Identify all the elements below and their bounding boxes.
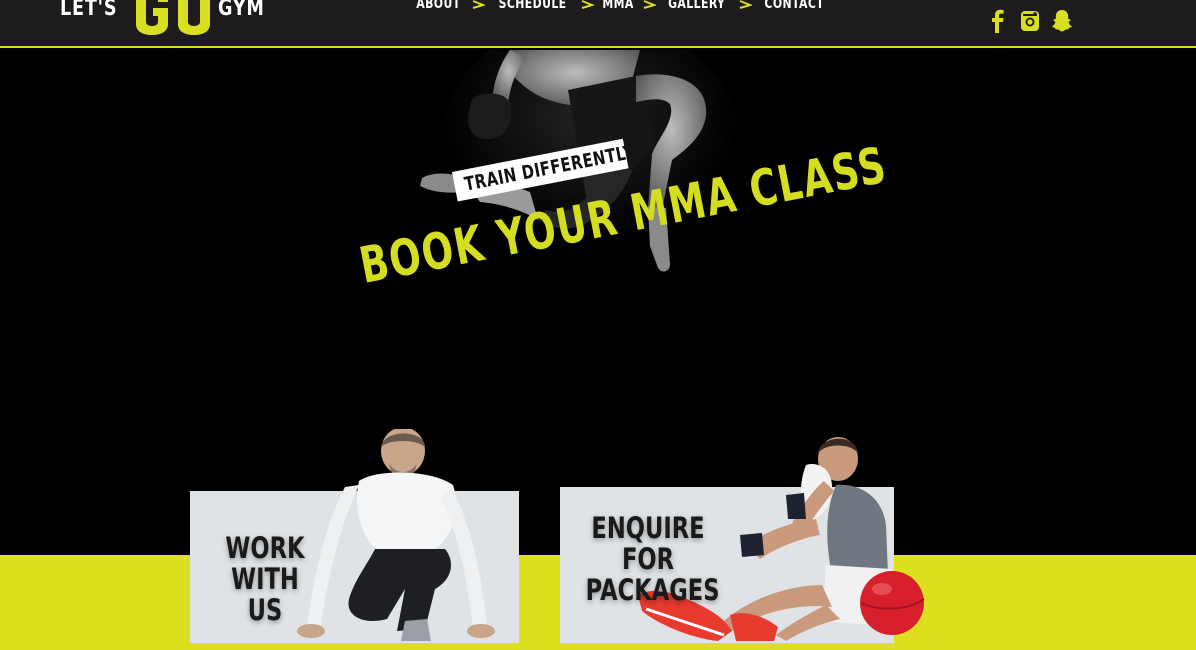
- work-with-us-title: WORK WITH US: [225, 531, 305, 627]
- nav-contact[interactable]: CONTACT: [764, 0, 824, 12]
- runner-image: [297, 429, 495, 641]
- work-with-us-card[interactable]: WORK WITH US: [190, 429, 519, 643]
- hero-section: TRAIN DIFFERENTLY BOOK YOUR MMA CLASS: [0, 50, 1196, 555]
- nav-gallery[interactable]: GALLERY: [668, 0, 725, 12]
- logo-go-mark: [132, 0, 216, 36]
- logo-gym: GYM: [217, 0, 265, 21]
- site-header: LET'S GYM ABOUT SCHEDULE MMA GALLERY CON…: [0, 0, 1196, 48]
- nav-separator-icon: [739, 0, 752, 9]
- snapchat-icon[interactable]: [1051, 8, 1073, 34]
- main-nav: ABOUT SCHEDULE MMA GALLERY CONTACT: [410, 0, 832, 12]
- facebook-icon[interactable]: [987, 8, 1009, 34]
- logo-lets: LET'S: [60, 0, 118, 21]
- nav-about[interactable]: ABOUT: [416, 0, 460, 12]
- nav-separator-icon: [581, 0, 594, 9]
- social-links: [987, 8, 1073, 34]
- instagram-icon[interactable]: [1019, 8, 1041, 34]
- nav-mma[interactable]: MMA: [602, 0, 633, 12]
- nav-separator-icon: [472, 0, 485, 9]
- nav-schedule[interactable]: SCHEDULE: [498, 0, 566, 12]
- nav-separator-icon: [643, 0, 657, 9]
- enquire-packages-card[interactable]: ENQUIRE FOR PACKAGES: [560, 437, 925, 643]
- logo[interactable]: LET'S GYM: [60, 0, 276, 36]
- enquire-packages-title: ENQUIRE FOR PACKAGES: [585, 511, 720, 607]
